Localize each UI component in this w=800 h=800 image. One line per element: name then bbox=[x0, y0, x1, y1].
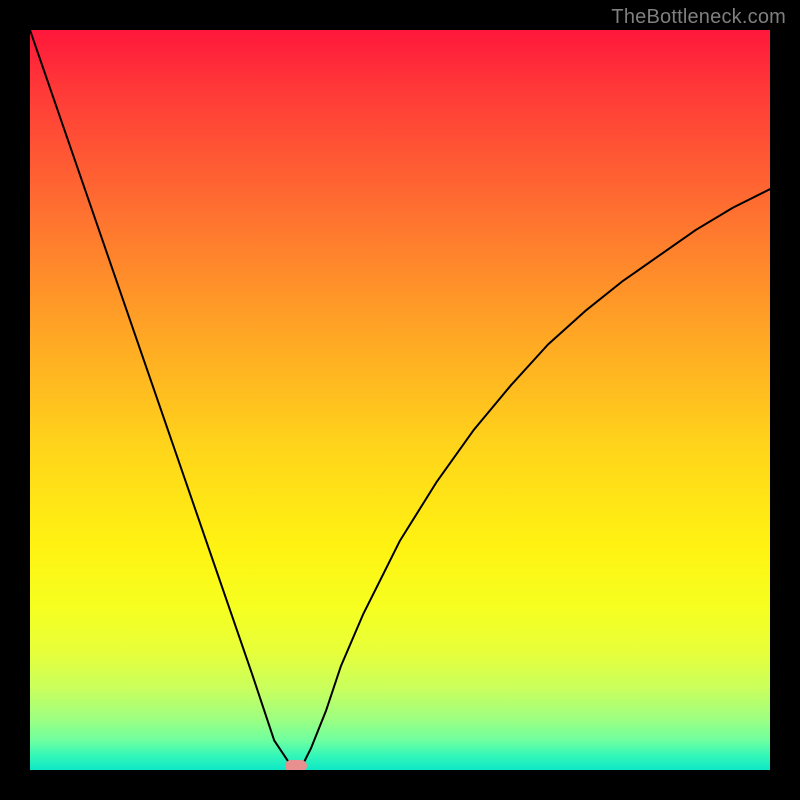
plot-area bbox=[30, 30, 770, 770]
bottleneck-curve bbox=[30, 30, 770, 770]
optimum-marker-icon bbox=[285, 760, 307, 770]
curve-layer bbox=[30, 30, 770, 770]
watermark-label: TheBottleneck.com bbox=[611, 6, 786, 29]
chart-frame: TheBottleneck.com bbox=[0, 0, 800, 800]
